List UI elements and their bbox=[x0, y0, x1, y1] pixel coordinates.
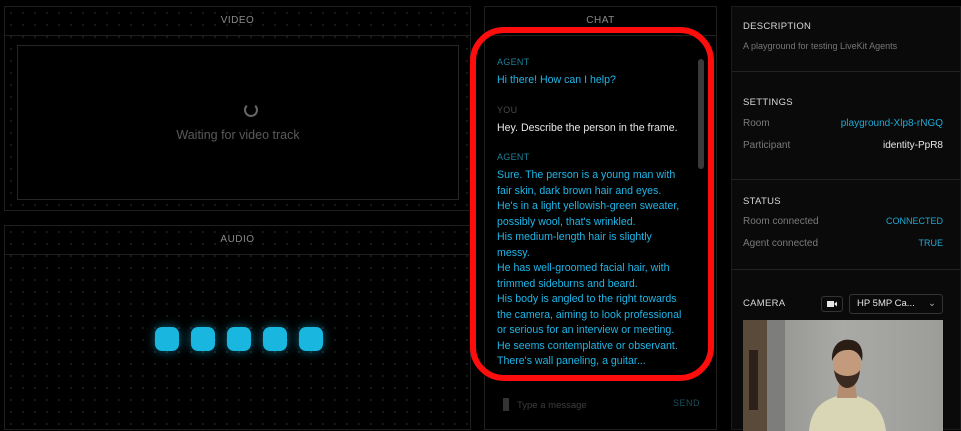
chat-message: AGENT Hi there! How can I help? bbox=[497, 57, 693, 89]
audio-bar bbox=[227, 327, 251, 351]
settings-sidebar: DESCRIPTION A playground for testing Liv… bbox=[731, 6, 961, 431]
message-text: Hey. Describe the person in the frame. bbox=[497, 121, 678, 134]
message-line: fair skin, dark brown hair and eyes. bbox=[497, 184, 662, 197]
room-connected-value: CONNECTED bbox=[885, 216, 943, 226]
chat-scrollbar[interactable] bbox=[698, 59, 704, 169]
audio-visualizer bbox=[155, 327, 323, 351]
agent-connected-value: TRUE bbox=[918, 238, 944, 248]
message-line: the camera, aiming to look professional bbox=[497, 308, 682, 321]
send-button[interactable]: SEND bbox=[673, 398, 700, 408]
chat-message-list[interactable]: AGENT Hi there! How can I help? YOU Hey.… bbox=[497, 57, 693, 373]
agent-connected-row: Agent connected TRUE bbox=[743, 238, 943, 249]
message-line: trimmed sideburns and beard. bbox=[497, 277, 638, 290]
participant-label: Participant bbox=[743, 140, 791, 151]
chat-panel-title: CHAT bbox=[485, 7, 716, 36]
message-sender: AGENT bbox=[497, 152, 530, 162]
room-label: Room bbox=[743, 118, 770, 129]
camera-preview bbox=[743, 320, 943, 431]
message-line: He's in a light yellowish-green sweater, bbox=[497, 200, 680, 212]
message-line: He has well-groomed facial hair, with bbox=[497, 262, 670, 274]
room-value: playground-Xlp8-rNGQ bbox=[840, 118, 943, 129]
chat-message: YOU Hey. Describe the person in the fram… bbox=[497, 105, 693, 137]
input-cursor bbox=[503, 398, 509, 411]
camera-device-select[interactable]: HP 5MP Ca... ⌄ bbox=[849, 294, 943, 314]
settings-section: SETTINGS Room playground-Xlp8-rNGQ Parti… bbox=[732, 71, 960, 180]
chat-message-input[interactable] bbox=[515, 395, 659, 415]
room-connected-label: Room connected bbox=[743, 216, 819, 227]
room-row: Room playground-Xlp8-rNGQ bbox=[743, 118, 943, 129]
message-sender: YOU bbox=[497, 104, 518, 115]
video-track-area: Waiting for video track bbox=[17, 45, 459, 200]
video-panel-title: VIDEO bbox=[5, 7, 470, 36]
message-text: Sure. The person is a young man with fai… bbox=[497, 168, 693, 370]
camera-device-value: HP 5MP Ca... bbox=[857, 298, 915, 309]
chevron-down-icon: ⌄ bbox=[928, 298, 936, 309]
settings-title: SETTINGS bbox=[743, 97, 793, 108]
message-line: He seems contemplative or observant. bbox=[497, 339, 678, 352]
camera-title: CAMERA bbox=[743, 298, 786, 309]
chat-input-row: SEND bbox=[501, 395, 700, 415]
chat-panel: CHAT AGENT Hi there! How can I help? YOU… bbox=[484, 6, 717, 430]
video-camera-icon[interactable] bbox=[821, 296, 843, 312]
participant-row: Participant identity-PpR8 bbox=[743, 140, 943, 151]
audio-bar bbox=[299, 327, 323, 351]
message-line: or serious for an interview or meeting. bbox=[497, 324, 675, 336]
description-section: DESCRIPTION A playground for testing Liv… bbox=[732, 7, 960, 72]
message-line: Sure. The person is a young man with bbox=[497, 169, 676, 181]
room-connected-row: Room connected CONNECTED bbox=[743, 216, 943, 227]
video-panel: VIDEO Waiting for video track bbox=[4, 6, 471, 211]
message-line: His body is angled to the right towards bbox=[497, 293, 677, 305]
description-title: DESCRIPTION bbox=[743, 21, 812, 32]
status-title: STATUS bbox=[743, 196, 781, 207]
message-line: possibly wool, that's wrinkled. bbox=[497, 215, 636, 228]
message-line: There's wall paneling, a guitar... bbox=[497, 355, 646, 367]
audio-bar bbox=[155, 327, 179, 351]
message-line: His medium-length hair is slightly bbox=[497, 231, 652, 243]
video-waiting-text: Waiting for video track bbox=[176, 128, 300, 142]
agent-connected-label: Agent connected bbox=[743, 238, 819, 249]
audio-panel: AUDIO bbox=[4, 225, 471, 430]
audio-bar bbox=[191, 327, 215, 351]
loading-spinner-icon bbox=[244, 103, 258, 117]
message-text: Hi there! How can I help? bbox=[497, 74, 616, 86]
audio-panel-title: AUDIO bbox=[5, 226, 470, 255]
description-text: A playground for testing LiveKit Agents bbox=[743, 41, 898, 51]
message-sender: AGENT bbox=[497, 57, 530, 67]
status-section: STATUS Room connected CONNECTED Agent co… bbox=[732, 179, 960, 270]
chat-message: AGENT Sure. The person is a young man wi… bbox=[497, 152, 693, 370]
message-line: messy. bbox=[497, 246, 530, 259]
participant-value: identity-PpR8 bbox=[882, 140, 943, 151]
audio-bar bbox=[263, 327, 287, 351]
